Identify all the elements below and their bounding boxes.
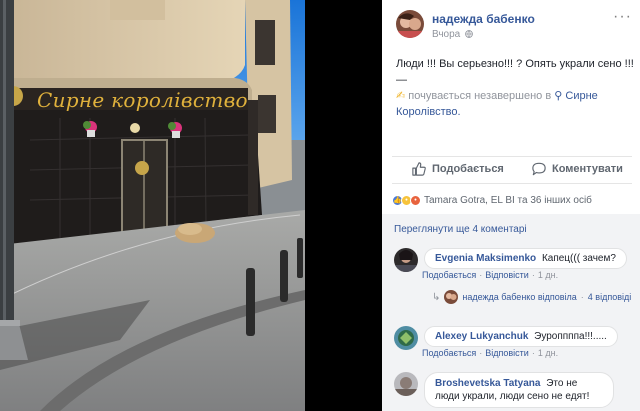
comment-text: Капец((( зачем? <box>541 253 616 264</box>
reply-arrow-icon: ↳ <box>432 291 441 303</box>
photo-image <box>0 0 305 411</box>
globe-icon <box>465 30 473 38</box>
comment-time[interactable]: 1 дн. <box>538 348 558 358</box>
comment-label: Коментувати <box>552 163 623 175</box>
post-panel: надежда бабенко Вчора ··· Люди !!! Вы се… <box>382 0 640 411</box>
comment-meta: Подобається · Відповісти · 1 дн. <box>422 270 559 280</box>
like-label: Подобається <box>432 163 504 175</box>
post-header: надежда бабенко Вчора ··· <box>382 0 640 48</box>
comment-meta: Подобається · Відповісти · 1 дн. <box>422 348 559 358</box>
comment-time[interactable]: 1 дн. <box>538 270 558 280</box>
like-button[interactable]: Подобається <box>412 162 504 176</box>
author-avatar[interactable] <box>396 10 424 38</box>
comment-reply-link[interactable]: Відповісти <box>485 348 529 358</box>
reply-summary-text: надежда бабенко відповіла <box>462 292 577 302</box>
post-text: Люди !!! Вы серьезно!!! ? Опять украли с… <box>396 56 636 120</box>
more-dots-icon[interactable]: ··· <box>613 8 632 26</box>
view-previous-comments[interactable]: Переглянути ще 4 коментарі <box>394 224 527 235</box>
feeling-text: почувається незавершено в <box>408 90 552 102</box>
comment-like-link[interactable]: Подобається <box>422 270 476 280</box>
comment-reply-link[interactable]: Відповісти <box>485 270 529 280</box>
post-time[interactable]: Вчора <box>432 29 473 40</box>
reactions-bar[interactable]: 👍 • • Tamara Gotra, EL BI та 36 інших ос… <box>392 190 640 210</box>
comment-bubble: Evgenia Maksimenko Капец((( зачем? <box>424 248 627 269</box>
comment-like-link[interactable]: Подобається <box>422 348 476 358</box>
reactions-text[interactable]: Tamara Gotra, EL BI та 36 інших осіб <box>424 195 592 206</box>
commenter-name[interactable]: Broshevetska Tatyana <box>435 378 540 389</box>
commenter-name[interactable]: Alexey Lukyanchuk <box>435 331 528 342</box>
post-actions: Подобається Коментувати <box>392 156 632 184</box>
comment-bubble: Alexey Lukyanchuk Эуроппппа!!!..... <box>424 326 618 347</box>
comment-button[interactable]: Коментувати <box>532 162 623 176</box>
commenter-avatar[interactable] <box>394 248 418 272</box>
commenter-name[interactable]: Evgenia Maksimenko <box>435 253 536 264</box>
commenter-avatar[interactable] <box>394 326 418 350</box>
commenter-avatar[interactable] <box>394 372 418 396</box>
comment-text: Эуроппппа!!!..... <box>534 331 607 342</box>
shop-sign: Сирне королівство <box>37 88 248 112</box>
post-time-text[interactable]: Вчора <box>432 29 460 40</box>
post-feeling-line: ✍ почувається незавершено в ⚲ Сирне Коро… <box>396 88 636 120</box>
location-pin-icon: ⚲ <box>554 90 563 102</box>
post-photo[interactable]: Сирне королівство <box>0 0 305 411</box>
replies-summary[interactable]: ↳ надежда бабенко відповіла · 4 відповід… <box>432 290 631 304</box>
post-message: Люди !!! Вы серьезно!!! ? Опять украли с… <box>396 58 634 86</box>
feeling-icon: ✍ <box>396 90 406 102</box>
reply-author-avatar <box>444 290 459 304</box>
thumbs-up-icon <box>412 162 426 176</box>
reply-count: 4 відповіді <box>587 292 632 302</box>
angry-reaction-icon: • <box>410 194 421 206</box>
comments-section: Переглянути ще 4 коментарі Evgenia Maksi… <box>382 214 640 411</box>
speech-bubble-icon <box>532 162 546 176</box>
reaction-icons: 👍 • • <box>392 194 421 206</box>
post-author[interactable]: надежда бабенко <box>432 12 535 26</box>
comment-bubble: Broshevetska Tatyana Это не люди украли,… <box>424 372 614 408</box>
